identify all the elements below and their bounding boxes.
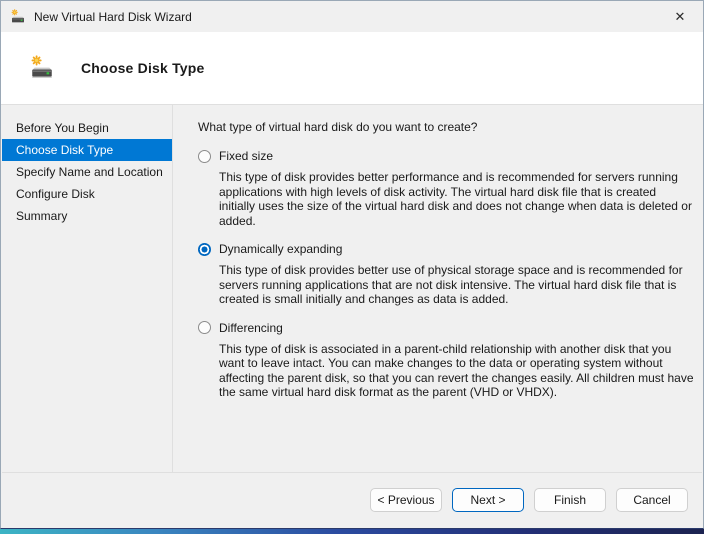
question-text: What type of virtual hard disk do you wa…	[198, 120, 694, 134]
sidebar-item-summary[interactable]: Summary	[2, 205, 172, 227]
sidebar-item-specify-name-and-location[interactable]: Specify Name and Location	[2, 161, 172, 183]
option-differencing: Differencing This type of disk is associ…	[198, 321, 694, 400]
sidebar-item-choose-disk-type[interactable]: Choose Disk Type	[2, 139, 172, 161]
radio-button-differencing[interactable]	[198, 321, 211, 334]
page-content: What type of virtual hard disk do you wa…	[173, 105, 702, 472]
new-virtual-hard-disk-icon	[29, 55, 55, 81]
wizard-window: New Virtual Hard Disk Wizard ✕ Choose Di…	[0, 0, 704, 529]
finish-button[interactable]: Finish	[534, 488, 606, 512]
desktop-background: New Virtual Hard Disk Wizard ✕ Choose Di…	[0, 0, 704, 534]
new-virtual-hard-disk-icon	[10, 9, 26, 25]
title-bar: New Virtual Hard Disk Wizard ✕	[1, 1, 703, 32]
wizard-steps-sidebar: Before You Begin Choose Disk Type Specif…	[2, 105, 173, 472]
wizard-header: Choose Disk Type	[1, 32, 703, 105]
window-title: New Virtual Hard Disk Wizard	[34, 10, 657, 24]
sidebar-item-before-you-begin[interactable]: Before You Begin	[2, 117, 172, 139]
radio-button-fixed-size[interactable]	[198, 150, 211, 163]
page-title: Choose Disk Type	[81, 60, 205, 76]
radio-row-fixed-size[interactable]: Fixed size	[198, 149, 694, 163]
radio-button-dynamically-expanding[interactable]	[198, 243, 211, 256]
option-description: This type of disk provides better perfor…	[219, 170, 694, 228]
button-bar: < Previous Next > Finish Cancel	[2, 472, 702, 527]
radio-row-differencing[interactable]: Differencing	[198, 321, 694, 335]
radio-row-dynamically-expanding[interactable]: Dynamically expanding	[198, 242, 694, 256]
close-button[interactable]: ✕	[657, 1, 703, 32]
option-fixed-size: Fixed size This type of disk provides be…	[198, 149, 694, 228]
next-button[interactable]: Next >	[452, 488, 524, 512]
previous-button[interactable]: < Previous	[370, 488, 442, 512]
radio-label: Dynamically expanding	[219, 242, 342, 256]
wizard-body: Before You Begin Choose Disk Type Specif…	[2, 105, 702, 472]
radio-label: Differencing	[219, 321, 283, 335]
option-dynamically-expanding: Dynamically expanding This type of disk …	[198, 242, 694, 307]
close-icon: ✕	[675, 9, 686, 25]
sidebar-item-configure-disk[interactable]: Configure Disk	[2, 183, 172, 205]
radio-label: Fixed size	[219, 149, 273, 163]
option-description: This type of disk is associated in a par…	[219, 342, 694, 400]
cancel-button[interactable]: Cancel	[616, 488, 688, 512]
option-description: This type of disk provides better use of…	[219, 263, 694, 307]
